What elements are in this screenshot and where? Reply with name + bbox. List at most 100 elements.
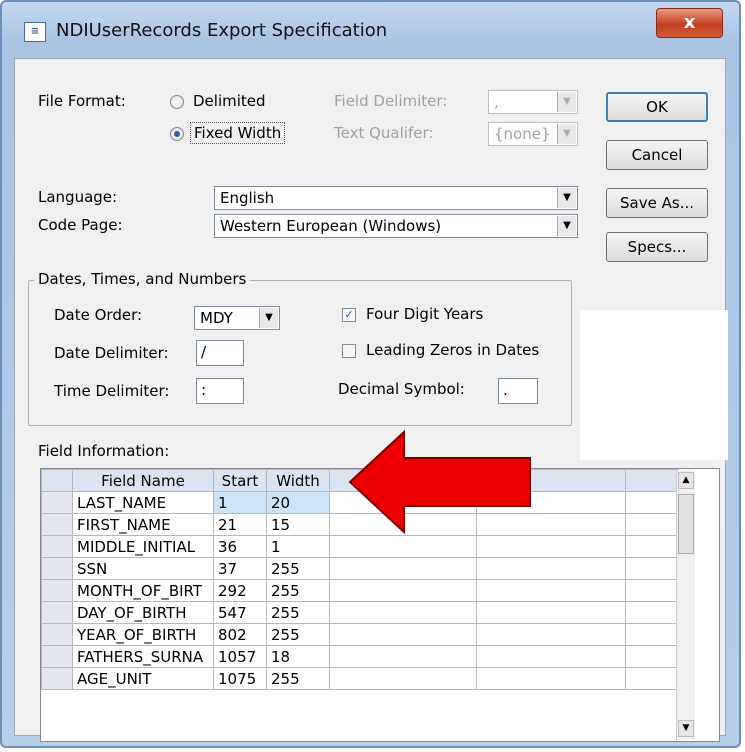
cell-width[interactable]: 1 — [266, 535, 330, 558]
code-page-combo[interactable]: Western European (Windows) ▼ — [214, 214, 578, 238]
cell-start[interactable]: 37 — [213, 557, 267, 580]
red-arrow-annotation — [348, 430, 531, 534]
scroll-thumb[interactable] — [678, 494, 694, 554]
empty-cell — [625, 645, 679, 668]
field-delimiter-label: Field Delimiter: — [334, 92, 448, 110]
row-selector[interactable] — [41, 601, 73, 624]
cell-start[interactable]: 1 — [213, 491, 267, 514]
cell-width[interactable]: 255 — [266, 667, 330, 690]
cell-field-name[interactable]: MONTH_OF_BIRT — [72, 579, 214, 602]
close-button[interactable]: x — [656, 8, 723, 38]
cell-width[interactable]: 255 — [266, 579, 330, 602]
row-selector[interactable] — [41, 513, 73, 536]
table-row[interactable]: DAY_OF_BIRTH 547 255 — [41, 601, 679, 624]
cell-field-name[interactable]: YEAR_OF_BIRTH — [72, 623, 214, 646]
four-digit-years-checkbox[interactable]: ✓ — [342, 308, 356, 322]
empty-cell — [476, 557, 626, 580]
empty-column-header — [625, 469, 679, 492]
empty-cell — [625, 601, 679, 624]
cell-field-name[interactable]: FIRST_NAME — [72, 513, 214, 536]
ok-button[interactable]: OK — [606, 92, 708, 122]
date-delimiter-input[interactable]: / — [196, 340, 244, 366]
empty-cell — [625, 623, 679, 646]
row-selector[interactable] — [41, 557, 73, 580]
cell-start[interactable]: 292 — [213, 579, 267, 602]
fixed-width-label[interactable]: Fixed Width — [190, 122, 286, 144]
leading-zeros-label[interactable]: Leading Zeros in Dates — [366, 341, 539, 359]
chevron-down-icon: ▼ — [557, 216, 576, 236]
table-row[interactable]: SSN 37 255 — [41, 557, 679, 580]
table-row[interactable]: FATHERS_SURNA 1057 18 — [41, 645, 679, 668]
app-icon: ≡ — [24, 22, 46, 42]
cell-width[interactable]: 15 — [266, 513, 330, 536]
empty-cell — [476, 623, 626, 646]
date-order-combo[interactable]: MDY ▼ — [194, 306, 280, 330]
cancel-button[interactable]: Cancel — [606, 140, 708, 170]
cell-start[interactable]: 21 — [213, 513, 267, 536]
cell-start[interactable]: 547 — [213, 601, 267, 624]
empty-cell — [476, 535, 626, 558]
cell-width[interactable]: 255 — [266, 623, 330, 646]
save-as-button[interactable]: Save As... — [606, 188, 708, 218]
empty-cell — [329, 645, 477, 668]
table-row[interactable]: AGE_UNIT 1075 255 — [41, 667, 679, 690]
cell-field-name[interactable]: FATHERS_SURNA — [72, 645, 214, 668]
vertical-scrollbar[interactable]: ▲ ▼ — [676, 470, 695, 740]
empty-cell — [329, 667, 477, 690]
empty-cell — [476, 579, 626, 602]
chevron-down-icon: ▼ — [259, 308, 278, 328]
cell-width[interactable]: 18 — [266, 645, 330, 668]
row-selector[interactable] — [41, 623, 73, 646]
cell-start[interactable]: 1075 — [213, 667, 267, 690]
column-header[interactable]: Width — [266, 469, 330, 492]
language-combo[interactable]: English ▼ — [214, 186, 578, 210]
cell-field-name[interactable]: AGE_UNIT — [72, 667, 214, 690]
cell-width[interactable]: 255 — [266, 557, 330, 580]
row-selector[interactable] — [41, 535, 73, 558]
cell-field-name[interactable]: SSN — [72, 557, 214, 580]
title-bar: ≡ NDIUserRecords Export Specification x — [0, 0, 741, 58]
empty-cell — [625, 579, 679, 602]
time-delimiter-label: Time Delimiter: — [54, 382, 170, 400]
row-selector[interactable] — [41, 491, 73, 514]
four-digit-years-label[interactable]: Four Digit Years — [366, 305, 483, 323]
row-selector[interactable] — [41, 579, 73, 602]
file-format-label: File Format: — [38, 92, 126, 110]
table-row[interactable]: YEAR_OF_BIRTH 802 255 — [41, 623, 679, 646]
empty-cell — [329, 557, 477, 580]
leading-zeros-checkbox[interactable] — [342, 344, 356, 358]
delimited-radio[interactable] — [170, 95, 184, 109]
blank-area — [580, 310, 728, 460]
specs-button[interactable]: Specs... — [606, 232, 708, 262]
column-header[interactable]: Field Name — [72, 469, 214, 492]
cell-width[interactable]: 20 — [266, 491, 330, 514]
cell-start[interactable]: 36 — [213, 535, 267, 558]
table-row[interactable]: MIDDLE_INITIAL 36 1 — [41, 535, 679, 558]
row-selector[interactable] — [41, 645, 73, 668]
field-delimiter-combo[interactable]: , ▼ — [488, 90, 578, 114]
row-selector[interactable] — [41, 667, 73, 690]
empty-cell — [476, 645, 626, 668]
delimited-label[interactable]: Delimited — [193, 92, 266, 110]
chevron-down-icon: ▼ — [557, 124, 576, 144]
fixed-width-radio[interactable] — [170, 127, 184, 141]
table-row[interactable]: MONTH_OF_BIRT 292 255 — [41, 579, 679, 602]
text-qualifier-label: Text Qualifer: — [334, 124, 434, 142]
column-header[interactable]: Start — [213, 469, 267, 492]
cell-start[interactable]: 802 — [213, 623, 267, 646]
text-qualifier-combo[interactable]: {none} ▼ — [488, 122, 578, 146]
cell-field-name[interactable]: LAST_NAME — [72, 491, 214, 514]
time-delimiter-input[interactable]: : — [196, 378, 244, 404]
scroll-up-icon[interactable]: ▲ — [678, 472, 694, 489]
decimal-symbol-input[interactable]: . — [498, 378, 538, 404]
cell-field-name[interactable]: DAY_OF_BIRTH — [72, 601, 214, 624]
decimal-symbol-label: Decimal Symbol: — [338, 380, 465, 398]
empty-cell — [476, 601, 626, 624]
cell-width[interactable]: 255 — [266, 601, 330, 624]
empty-cell — [625, 513, 679, 536]
cell-field-name[interactable]: MIDDLE_INITIAL — [72, 535, 214, 558]
scroll-down-icon[interactable]: ▼ — [678, 720, 694, 737]
cell-start[interactable]: 1057 — [213, 645, 267, 668]
date-order-label: Date Order: — [54, 306, 143, 324]
empty-cell — [329, 601, 477, 624]
